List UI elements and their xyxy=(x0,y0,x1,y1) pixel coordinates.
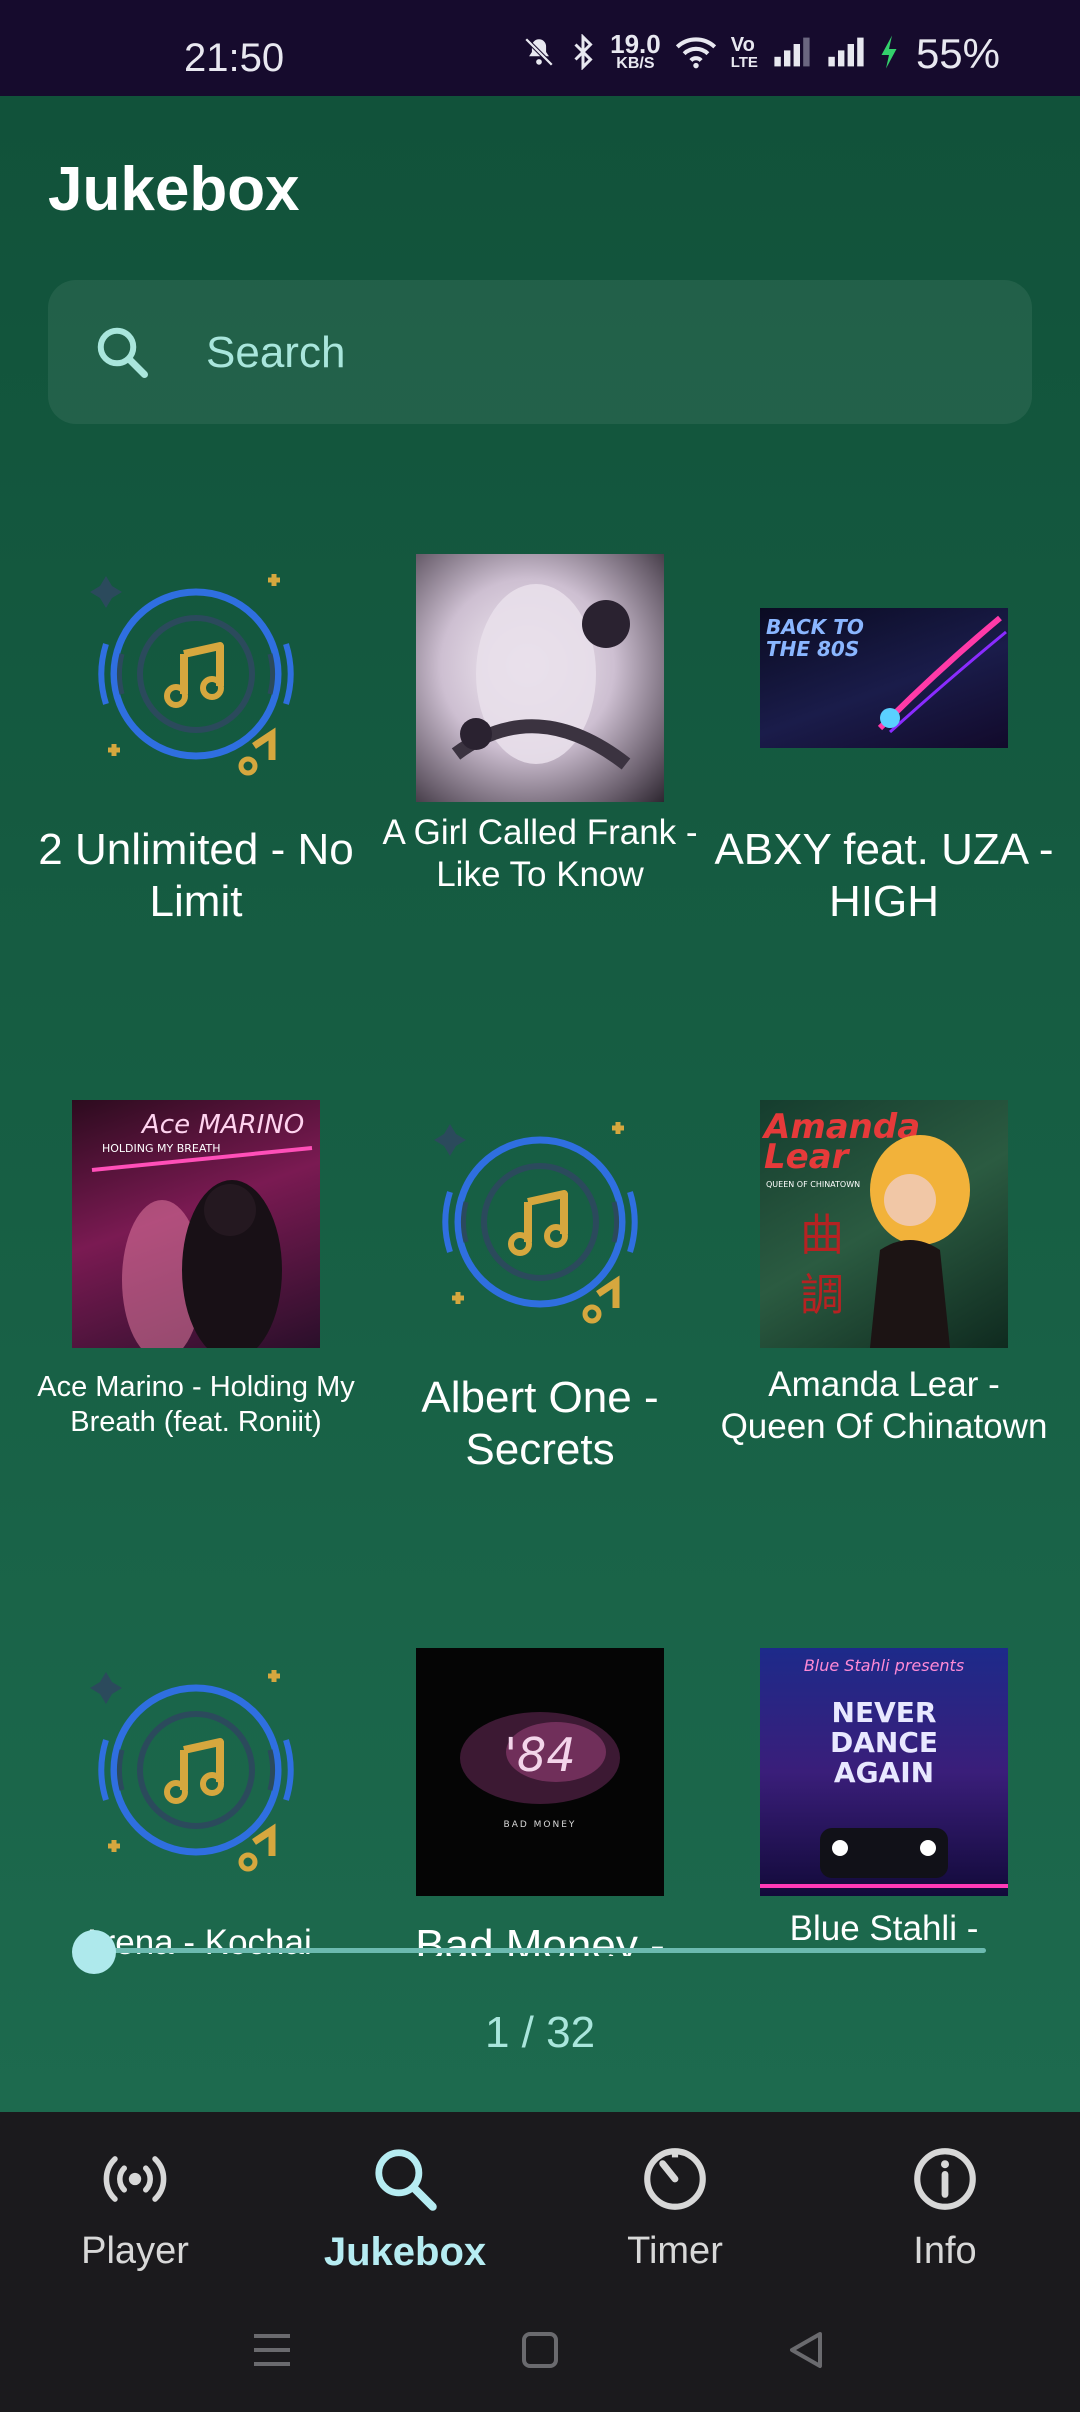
track-title: Albert One - Secrets xyxy=(421,1373,659,1474)
placeholder-art xyxy=(72,1646,320,1894)
album-cover: Blue Stahli presents NEVER DANCE AGAIN xyxy=(760,1648,1008,1896)
recents-button[interactable] xyxy=(242,2320,302,2380)
nav-item-info[interactable]: Info xyxy=(810,2142,1080,2282)
status-icons: 19.0 KB/S Vo LTE 55% xyxy=(522,30,1000,78)
volte-icon: Vo LTE xyxy=(730,34,758,71)
track-card[interactable]: A Girl Called Frank - Like To Know xyxy=(368,554,712,894)
track-card[interactable]: Blue Stahli presents NEVER DANCE AGAIN B… xyxy=(712,1648,1056,1948)
track-grid: 2 Unlimited - No Limit A Girl Called Fra… xyxy=(0,96,1080,1956)
net-speed: 19.0 KB/S xyxy=(610,29,661,72)
charging-icon xyxy=(880,34,898,75)
wifi-icon xyxy=(675,35,717,74)
nav-item-timer[interactable]: Timer xyxy=(540,2142,810,2282)
page-slider[interactable] xyxy=(72,1930,986,1974)
nav-item-jukebox[interactable]: Jukebox xyxy=(270,2142,540,2282)
app-content: Jukebox Search 2 Unlimited - No Limit A … xyxy=(0,96,1080,2112)
status-time: 21:50 xyxy=(184,36,285,80)
system-nav xyxy=(0,2320,1080,2380)
svg-text:調: 調 xyxy=(800,1270,844,1321)
track-title: A Girl Called Frank - Like To Know xyxy=(382,813,698,894)
nav-label: Timer xyxy=(627,2230,723,2272)
cover-subtitle: BAD MONEY xyxy=(503,1820,577,1830)
signal-icon xyxy=(826,36,866,73)
back-button[interactable] xyxy=(776,2320,836,2380)
music-note-icon xyxy=(434,1122,638,1324)
cover-title: '84 xyxy=(504,1728,576,1782)
album-cover xyxy=(416,554,664,802)
track-card[interactable]: Amanda Lear QUEEN OF CHINATOWN 曲 調 Amand… xyxy=(712,1100,1056,1446)
status-bar: 21:50 19.0 KB/S Vo LTE 55% xyxy=(0,0,1080,96)
track-title: ABXY feat. UZA - HIGH xyxy=(714,825,1054,926)
track-title: Amanda Lear - Queen Of Chinatown xyxy=(720,1365,1048,1446)
search-icon xyxy=(270,2142,540,2216)
track-title: 2 Unlimited - No Limit xyxy=(38,825,354,926)
timer-icon xyxy=(540,2142,810,2216)
home-icon xyxy=(522,2332,558,2368)
bluetooth-icon xyxy=(570,32,596,75)
menu-icon xyxy=(254,2334,290,2366)
track-card[interactable]: '84 BAD MONEY Bad Money - xyxy=(368,1648,712,1956)
home-button[interactable] xyxy=(510,2320,570,2380)
album-cover: Amanda Lear QUEEN OF CHINATOWN 曲 調 xyxy=(760,1100,1008,1348)
slider-thumb[interactable] xyxy=(72,1930,116,1974)
back-icon xyxy=(790,2332,822,2368)
slider-track[interactable] xyxy=(92,1948,986,1953)
track-card[interactable]: BACK TO THE 80S ABXY feat. UZA - HIGH xyxy=(712,608,1056,926)
album-cover: BACK TO THE 80S xyxy=(760,608,1008,748)
placeholder-art xyxy=(72,550,320,798)
nav-item-player[interactable]: Player xyxy=(0,2142,270,2282)
nav-label: Jukebox xyxy=(323,2230,487,2274)
music-note-icon xyxy=(90,574,294,776)
nav-label: Player xyxy=(81,2230,189,2272)
mute-icon xyxy=(522,35,556,74)
album-cover: '84 BAD MONEY xyxy=(416,1648,664,1896)
page-counter: 1 / 32 xyxy=(484,2008,596,2057)
placeholder-art xyxy=(416,1098,664,1346)
track-title: Ace Marino - Holding My Breath (feat. Ro… xyxy=(37,1371,355,1438)
battery-level: 55% xyxy=(915,30,1000,77)
music-note-icon xyxy=(90,1670,294,1872)
nav-label: Info xyxy=(913,2230,977,2272)
track-card[interactable]: Ace MARINO HOLDING MY BREATH Ace Marino … xyxy=(24,1100,368,1438)
broadcast-icon xyxy=(0,2142,270,2216)
svg-text:曲: 曲 xyxy=(800,1210,844,1261)
album-cover: Ace MARINO HOLDING MY BREATH xyxy=(72,1100,320,1348)
info-icon xyxy=(810,2142,1080,2216)
signal-icon xyxy=(772,36,812,73)
